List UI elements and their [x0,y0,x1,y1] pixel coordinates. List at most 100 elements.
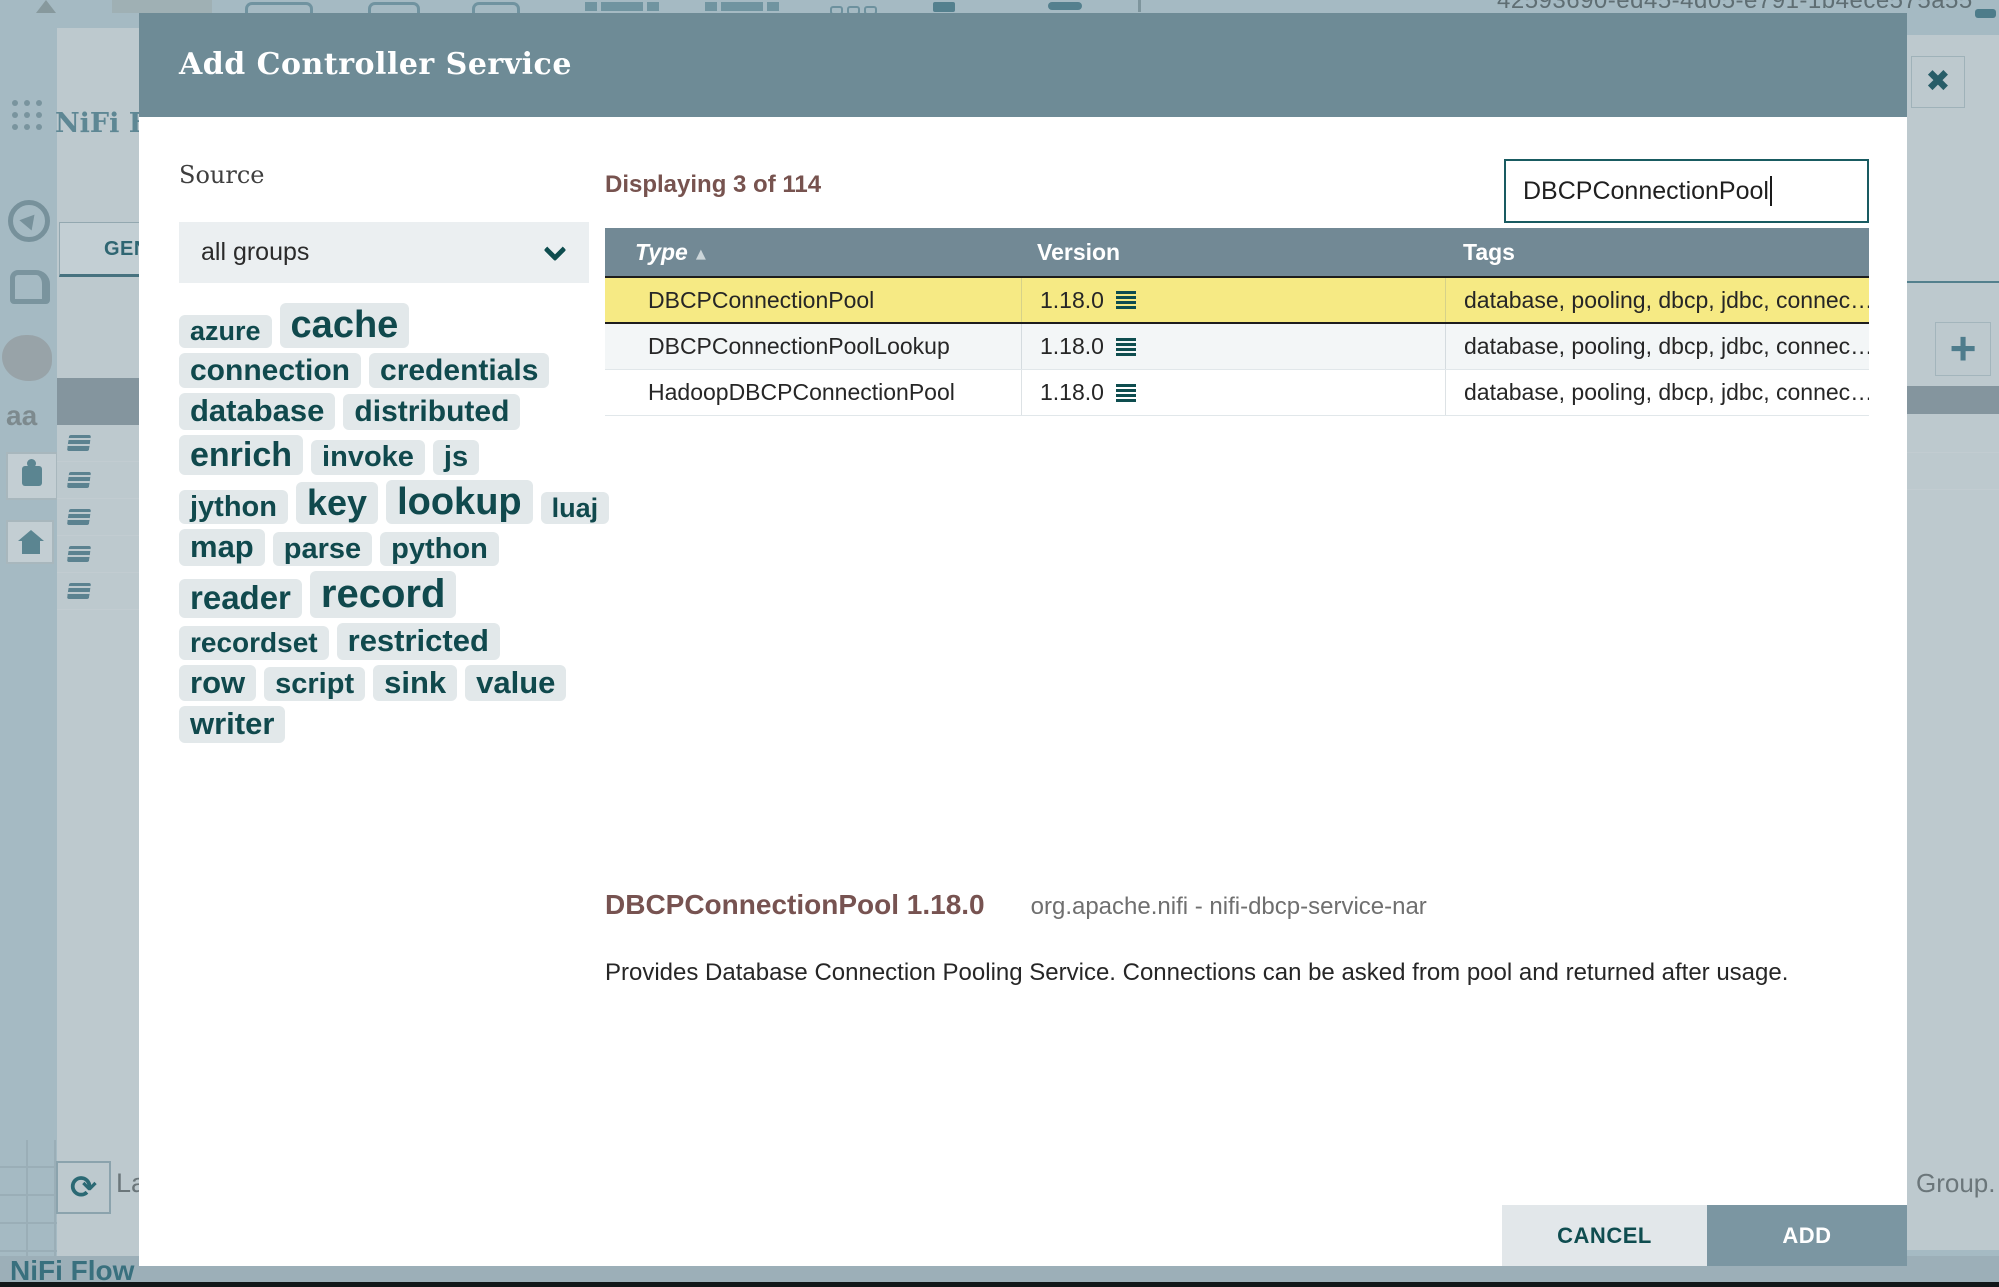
tag-row: recordset restricted [179,623,649,660]
filter-value: DBCPConnectionPool [1523,177,1769,205]
cell-version: 1.18.0 [1021,324,1445,369]
input-port-icon [585,2,659,11]
tag-connection[interactable]: connection [179,352,362,389]
tag-parse[interactable]: parse [272,531,373,567]
table-row[interactable]: DBCPConnectionPoolLookup 1.18.0 database, … [605,324,1869,370]
bg-service-row [57,536,139,573]
tag-key[interactable]: key [296,482,379,525]
tag-row: jython key lookup luaj [179,479,649,525]
navigate-icon [8,200,50,242]
bg-divider [1907,281,1999,283]
tag-jython[interactable]: jython [179,490,288,525]
chevron-down-icon [543,238,567,262]
tag-recordset[interactable]: recordset [179,626,329,660]
tag-enrich[interactable]: enrich [179,434,304,475]
processor-icon [368,2,420,13]
tag-row: writer [179,706,649,744]
book-icon [66,509,92,525]
version-list-icon[interactable] [1115,337,1136,356]
tag-map[interactable]: map [179,529,265,567]
column-header-type[interactable]: Type ▲ [605,239,1021,266]
bg-service-rows [57,425,139,610]
cell-tags: database, pooling, dbcp, jdbc, connec… [1445,324,1869,369]
label-icon [933,2,955,12]
service-description: Provides Database Connection Pooling Ser… [605,959,1789,986]
flow-config-left-strip [57,28,139,1256]
tag-luaj[interactable]: luaj [540,492,610,525]
divider-fragment [1138,0,1141,12]
column-header-version[interactable]: Version [1021,239,1445,266]
tag-row: azure cache [179,303,649,348]
source-group-dropdown[interactable]: all groups [179,222,589,283]
tag-script[interactable]: script [264,666,366,702]
tag-reader[interactable]: reader [179,579,302,618]
tag-azure[interactable]: azure [179,315,272,348]
cell-version: 1.18.0 [1021,370,1445,415]
book-icon [66,583,92,599]
tag-python[interactable]: python [380,531,499,567]
tag-record[interactable]: record [309,571,457,618]
puzzle-icon [22,459,42,486]
add-controller-service-dialog: Add Controller Service Source all groups… [139,13,1907,1266]
tag-writer[interactable]: writer [179,706,286,744]
bg-service-row [57,573,139,610]
version-list-icon[interactable] [1115,383,1136,402]
service-table: Type ▲ Version Tags DBCPConnectionPool 1.1… [605,228,1869,416]
add-button[interactable]: ADD [1707,1205,1907,1266]
new-service-button[interactable]: + [1935,322,1991,376]
processor-icon [472,2,520,13]
output-port-icon [705,2,779,11]
tag-invoke[interactable]: invoke [311,440,425,475]
tag-row: connection credentials [179,352,649,389]
column-header-tags[interactable]: Tags [1445,239,1869,266]
status-bar [0,1282,1999,1287]
result-count: Displaying 3 of 114 [605,171,822,198]
tag-restricted[interactable]: restricted [336,623,500,660]
cancel-button[interactable]: CANCEL [1502,1205,1707,1266]
book-icon [66,472,92,488]
template-icon [1048,2,1082,10]
grid-dots-icon [12,100,18,106]
service-table-body: DBCPConnectionPool 1.18.0 database, poolin… [605,276,1869,416]
tab-general[interactable]: GEN [59,222,148,277]
cell-type: DBCPConnectionPool [648,286,875,313]
tag-js[interactable]: js [432,440,480,475]
tag-credentials[interactable]: credentials [369,352,550,389]
close-icon[interactable]: ✖ [1911,56,1965,108]
tag-database[interactable]: database [179,393,336,430]
tag-lookup[interactable]: lookup [386,479,533,525]
source-label: Source [179,161,265,189]
version-list-icon[interactable] [1115,291,1136,309]
corner-fragment [1975,9,1996,18]
bg-table-header-left [57,378,139,425]
bg-service-row [57,462,139,499]
tag-row: database distributed [179,393,649,430]
cell-tags: database, pooling, dbcp, jdbc, connec… [1445,278,1869,322]
table-row[interactable]: HadoopDBCPConnectionPool 1.18.0 database, … [605,370,1869,416]
cell-tags: database, pooling, dbcp, jdbc, connec… [1445,370,1869,415]
bg-service-row [57,499,139,536]
service-details-bundle: org.apache.nifi - nifi-dbcp-service-nar [1030,893,1427,920]
tag-cache[interactable]: cache [279,303,410,348]
tag-row: map parse python [179,529,649,567]
tag-distributed[interactable]: distributed [343,394,521,430]
tag-cloud: azure cache connection credentials database d… [179,303,649,748]
dialog-header: Add Controller Service [139,13,1907,117]
tag-row: reader record [179,571,649,618]
cell-type: DBCPConnectionPoolLookup [648,333,950,359]
filter-input[interactable]: DBCPConnectionPool [1504,159,1869,223]
font-size-label: aa [6,400,38,431]
canvas-grid [0,1140,57,1256]
home-icon [18,530,44,541]
tag-row: row script sink value [179,664,649,702]
book-icon [66,546,92,562]
refresh-button[interactable]: ⟳ [56,1161,111,1214]
tag-value[interactable]: value [465,664,567,702]
tag-row[interactable]: row [179,664,257,702]
table-row[interactable]: DBCPConnectionPool 1.18.0 database, poolin… [605,276,1869,324]
tag-sink[interactable]: sink [373,664,458,702]
processor-icon [245,2,313,13]
service-details-header: DBCPConnectionPool 1.18.0 org.apache.nif… [605,889,1427,921]
screen: 42593690-ed45-4d05-e791-1b4ece575a55 aa … [0,0,1999,1287]
bg-service-row [57,425,139,462]
